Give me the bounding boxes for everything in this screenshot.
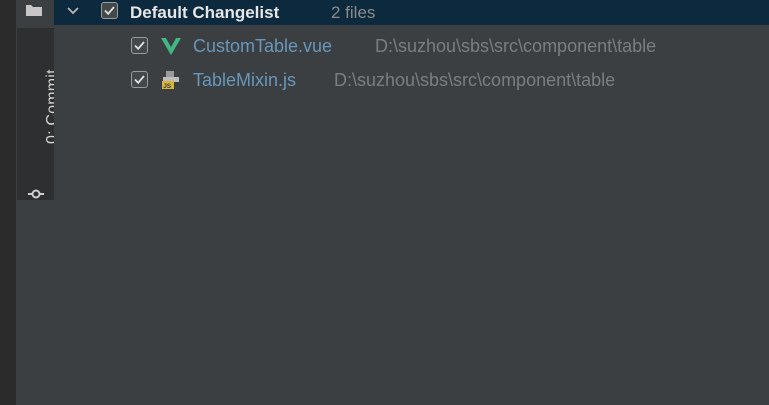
checkmark-icon — [134, 41, 145, 51]
file-path: D:\suzhou\sbs\src\component\table — [375, 36, 657, 56]
commit-icon — [28, 189, 44, 199]
chevron-down-icon[interactable] — [66, 4, 80, 18]
file-row[interactable]: JS TableMixin.js D:\suzhou\sbs\src\compo… — [54, 63, 769, 97]
changelist-file-count: 2 files — [331, 3, 376, 22]
checkmark-icon — [134, 75, 145, 85]
changelist-title: Default Changelist — [130, 3, 280, 22]
vue-file-icon — [161, 38, 181, 55]
file-path: D:\suzhou\sbs\src\component\table — [334, 70, 616, 90]
js-file-icon: JS — [162, 71, 179, 90]
checkmark-icon — [104, 6, 115, 16]
file-name: CustomTable.vue — [193, 36, 333, 56]
file-row[interactable]: CustomTable.vue D:\suzhou\sbs\src\compon… — [54, 29, 769, 63]
file-name: TableMixin.js — [193, 70, 297, 90]
folder-icon[interactable] — [25, 3, 43, 17]
commit-tool-window: 0: Commit Default Changelist 2 files Cus… — [0, 0, 769, 405]
commit-side-tab[interactable]: 0: Commit — [17, 28, 61, 200]
left-tool-strip — [0, 0, 16, 405]
svg-text:JS: JS — [163, 83, 172, 90]
file-checkbox[interactable] — [131, 71, 148, 88]
changelist-checkbox[interactable] — [101, 2, 118, 19]
file-checkbox[interactable] — [131, 37, 148, 54]
